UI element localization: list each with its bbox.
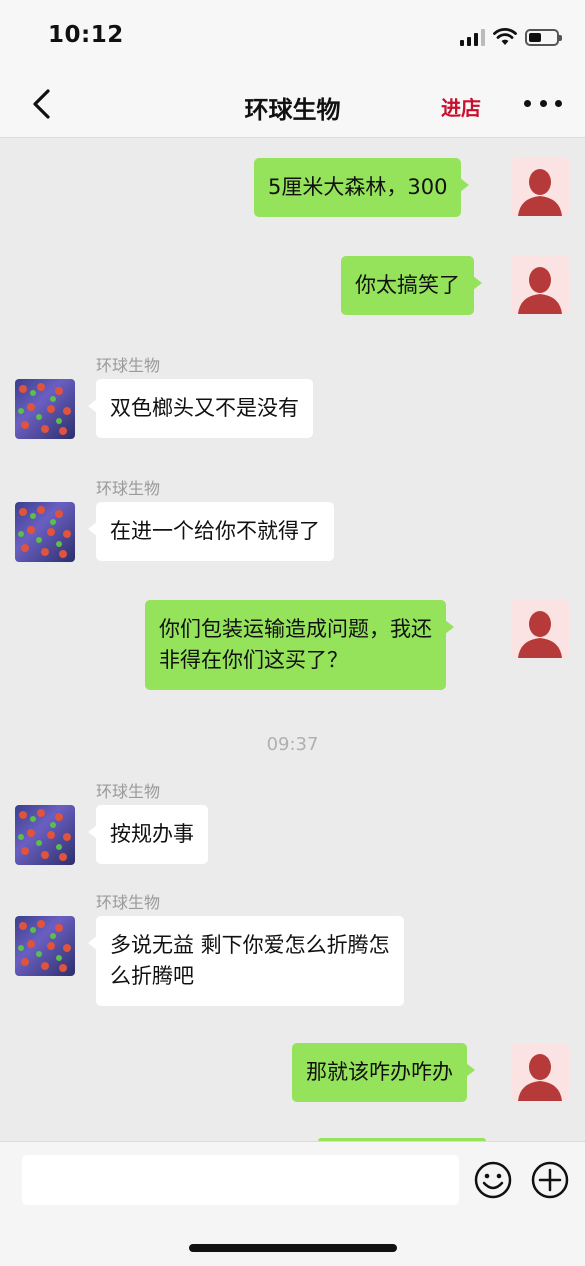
more-button[interactable] [524, 100, 562, 110]
more-dots-icon [524, 100, 531, 107]
user-avatar[interactable] [511, 158, 569, 216]
message-line: 你们包装运输造成问题，我还 [159, 617, 432, 641]
message-bubble-theirs[interactable]: 在进一个给你不就得了 [88, 502, 334, 561]
shop-avatar-image [18, 506, 71, 558]
message-bubble-mine[interactable]: 那就该咋办咋办 [292, 1043, 475, 1102]
more-actions-button[interactable] [530, 1160, 570, 1200]
sender-name: 环球生物 [96, 479, 161, 498]
message-bubble-theirs[interactable]: 双色榔头又不是没有 [88, 379, 313, 438]
time-separator: 09:37 [266, 734, 319, 755]
enter-shop-button[interactable]: 进店 [441, 92, 481, 121]
message-input[interactable] [22, 1155, 459, 1205]
message-bubble-theirs[interactable]: 按规办事 [88, 805, 208, 864]
person-silhouette-icon [518, 611, 562, 658]
message-bubble-theirs[interactable]: 多说无益 剩下你爱怎么折腾怎 么折腾吧 [88, 916, 404, 1006]
sender-name: 环球生物 [96, 782, 161, 801]
home-indicator [189, 1244, 397, 1252]
cellular-signal-icon [460, 28, 485, 46]
shop-avatar-image [18, 383, 71, 435]
shop-avatar-image [18, 920, 71, 972]
shop-avatar[interactable] [15, 805, 75, 865]
battery-icon [525, 28, 562, 46]
smiley-icon [474, 1161, 512, 1199]
emoji-button[interactable] [473, 1160, 513, 1200]
user-avatar[interactable] [511, 600, 569, 658]
status-time: 10:12 [48, 22, 124, 48]
user-avatar[interactable] [511, 256, 569, 314]
person-silhouette-icon [518, 267, 562, 314]
battery-level [529, 32, 541, 42]
plus-circle-icon [531, 1161, 569, 1199]
status-bar: 10:12 [0, 0, 585, 70]
wifi-icon [493, 28, 517, 45]
person-silhouette-icon [518, 1054, 562, 1101]
status-icons [460, 24, 562, 50]
shop-avatar[interactable] [15, 916, 75, 976]
shop-avatar[interactable] [15, 502, 75, 562]
user-avatar[interactable] [511, 1043, 569, 1101]
nav-bar: 环球生物 进店 [0, 70, 585, 138]
chat-messages[interactable]: 5厘米大森林，300 你太搞笑了 环球生物 双色榔头又不是没有 环球生物 在进一… [0, 138, 585, 1141]
message-line: 么折腾吧 [110, 964, 194, 988]
sender-name: 环球生物 [96, 356, 161, 375]
chat-title: 环球生物 [244, 96, 341, 124]
message-bubble-mine[interactable]: 你们包装运输造成问题，我还 非得在你们这买了？ [145, 600, 454, 690]
message-bubble-mine[interactable]: 你太搞笑了 [341, 256, 482, 315]
message-bubble-mine[interactable]: 5厘米大森林，300 [254, 158, 470, 217]
message-line: 多说无益 剩下你爱怎么折腾怎 [110, 933, 390, 957]
shop-avatar[interactable] [15, 379, 75, 439]
sender-name: 环球生物 [96, 893, 161, 912]
message-line: 非得在你们这买了？ [159, 648, 348, 672]
person-silhouette-icon [518, 169, 562, 216]
shop-avatar-image [18, 809, 71, 861]
